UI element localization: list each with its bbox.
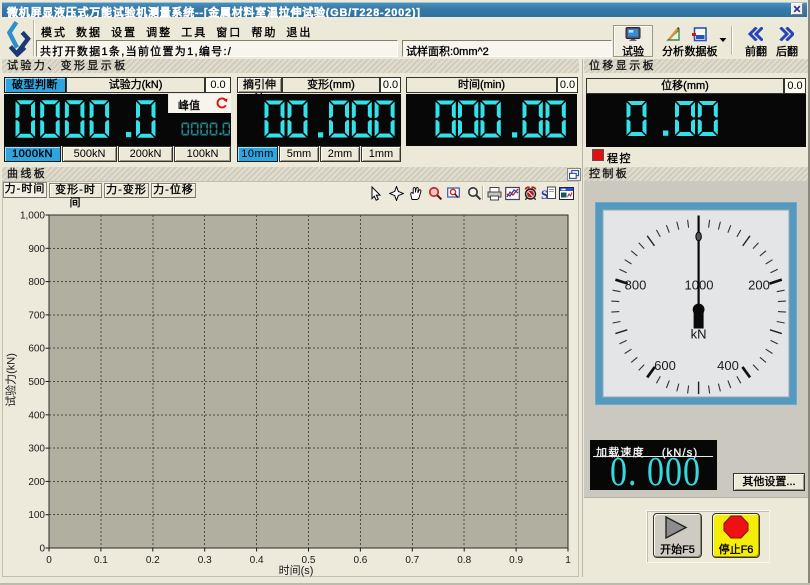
svg-text:600: 600 xyxy=(654,358,676,373)
svg-text:kN: kN xyxy=(691,327,707,342)
svg-text:400: 400 xyxy=(717,358,739,373)
svg-text:800: 800 xyxy=(625,278,647,293)
svg-text:200: 200 xyxy=(748,278,770,293)
